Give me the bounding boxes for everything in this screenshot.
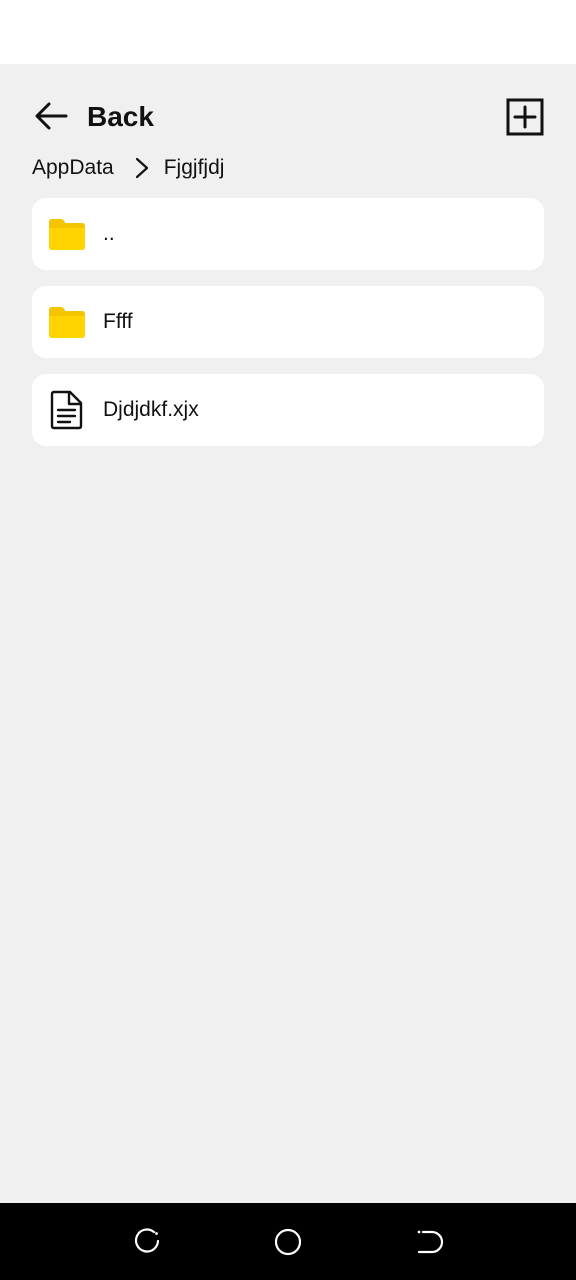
system-nav-bar [0, 1203, 576, 1280]
file-row-file[interactable]: Djdjdkf.xjx [32, 374, 544, 446]
chevron-right-icon [134, 157, 150, 179]
status-bar [0, 0, 576, 64]
file-list: .. Ffff Djdjdkf.xjx [32, 198, 544, 462]
breadcrumb-item-appdata[interactable]: AppData [32, 152, 114, 184]
breadcrumb: AppData Fjgjfjdj [32, 152, 224, 184]
back-button-label[interactable]: Back [87, 101, 154, 133]
file-row-folder[interactable]: Ffff [32, 286, 544, 358]
file-name: .. [103, 222, 115, 245]
file-name: Ffff [103, 310, 133, 333]
plus-square-icon [506, 98, 544, 136]
breadcrumb-item-current[interactable]: Fjgjfjdj [164, 152, 225, 184]
folder-icon [48, 304, 86, 340]
add-button[interactable] [506, 98, 544, 136]
folder-icon [48, 216, 86, 252]
file-row-parent[interactable]: .. [32, 198, 544, 270]
recents-icon[interactable] [132, 1227, 162, 1257]
home-icon[interactable] [273, 1227, 303, 1257]
document-icon [48, 390, 86, 430]
file-name: Djdjdkf.xjx [103, 398, 199, 421]
arrow-left-icon[interactable] [34, 100, 68, 132]
back-icon[interactable] [414, 1227, 444, 1257]
